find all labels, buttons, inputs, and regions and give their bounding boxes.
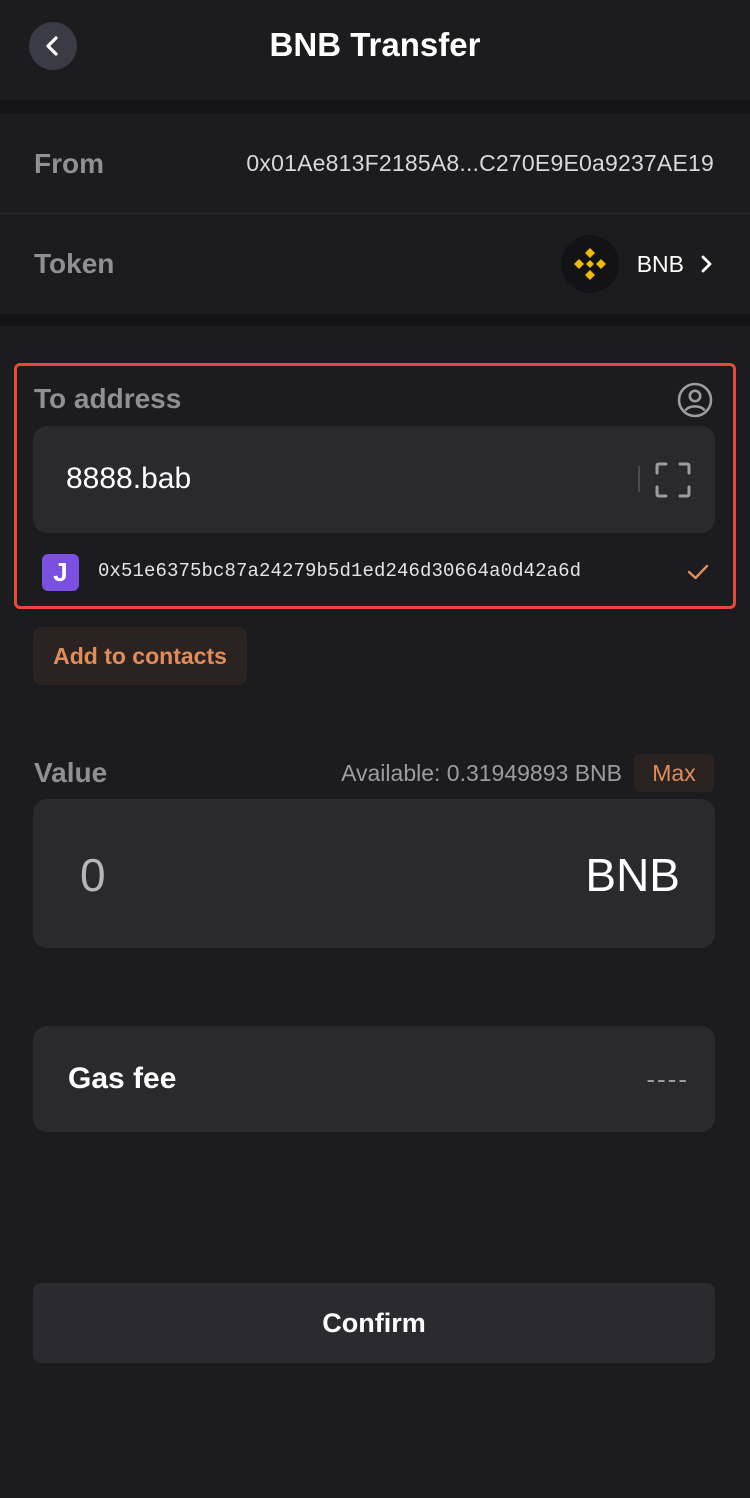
- divider: [0, 100, 750, 114]
- available-balance: Available: 0.31949893 BNB: [341, 760, 622, 786]
- divider: [0, 314, 750, 326]
- header-bar: BNB Transfer: [0, 0, 750, 100]
- from-address: 0x01Ae813F2185A8...C270E9E0a9237AE19: [246, 150, 714, 176]
- token-label: Token: [34, 248, 115, 279]
- gas-fee-row[interactable]: Gas fee ----: [33, 1026, 715, 1132]
- value-label: Value: [34, 757, 108, 788]
- gas-fee-value: ----: [646, 1063, 689, 1094]
- name-service-badge-icon: J: [42, 554, 79, 591]
- from-row: From 0x01Ae813F2185A8...C270E9E0a9237AE1…: [0, 114, 750, 214]
- token-name: BNB: [636, 250, 684, 277]
- input-divider: [638, 466, 640, 492]
- resolved-address: 0x51e6375bc87a24279b5d1ed246d30664a0d42a…: [98, 560, 582, 582]
- confirm-button[interactable]: Confirm: [33, 1283, 715, 1363]
- check-icon: [687, 564, 709, 580]
- max-button[interactable]: Max: [634, 754, 714, 792]
- contact-book-icon[interactable]: [676, 381, 714, 419]
- scan-icon[interactable]: [655, 462, 691, 498]
- bnb-logo-icon: [560, 235, 619, 293]
- add-to-contacts-button[interactable]: Add to contacts: [33, 627, 247, 685]
- value-unit: BNB: [585, 849, 680, 901]
- page-title: BNB Transfer: [269, 26, 481, 63]
- chevron-right-icon: [701, 255, 712, 273]
- gas-fee-label: Gas fee: [68, 1062, 177, 1095]
- value-amount[interactable]: 0: [80, 848, 106, 902]
- to-address-value[interactable]: 8888.bab: [66, 462, 191, 496]
- token-selector[interactable]: BNB: [560, 235, 714, 293]
- to-address-label: To address: [34, 383, 182, 414]
- token-row[interactable]: Token BNB: [0, 214, 750, 314]
- from-label: From: [34, 147, 104, 179]
- resolved-address-row[interactable]: J 0x51e6375bc87a24279b5d1ed246d30664a0d4…: [42, 554, 712, 592]
